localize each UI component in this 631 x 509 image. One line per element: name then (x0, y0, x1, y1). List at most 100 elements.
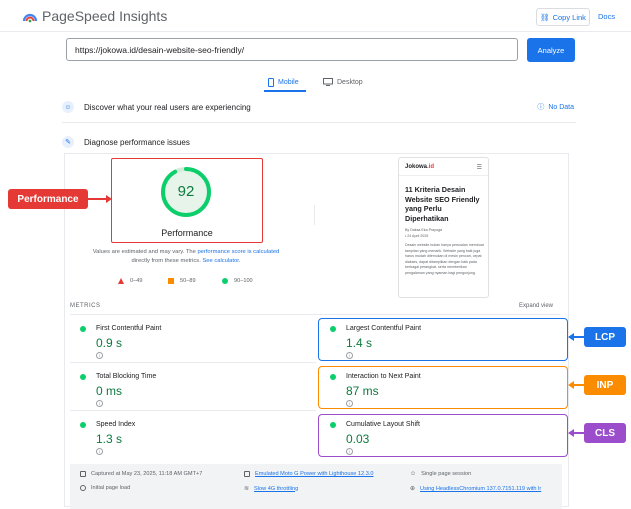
field-data-title: Discover what your real users are experi… (84, 102, 251, 112)
info-icon[interactable]: i (96, 400, 103, 407)
lcp-annotation-tag: LCP (584, 327, 626, 347)
browser-link[interactable]: Using HeadlessChromium 137.0.7151.119 wi… (420, 485, 541, 493)
info-icon[interactable]: i (96, 352, 103, 359)
app-title: PageSpeed Insights (42, 8, 168, 24)
metric-tbt: Total Blocking Time 0 ms i (70, 365, 316, 411)
metric-name: Speed Index (96, 421, 136, 428)
vertical-divider (314, 205, 315, 225)
note-text: Values are estimated and may vary. The (92, 249, 198, 255)
score-calc-link[interactable]: performance score is calculated (197, 249, 279, 255)
pass-dot-icon (80, 374, 86, 380)
section-divider (62, 122, 576, 123)
cls-highlight-box (318, 414, 568, 457)
lcp-highlight-box (318, 318, 568, 361)
legend-fail-label: 0–49 (130, 278, 143, 284)
tab-desktop[interactable]: Desktop (323, 72, 363, 92)
person-icon: ☺ (410, 471, 417, 477)
tab-selected-indicator (264, 90, 306, 92)
triangle-icon (118, 278, 124, 284)
square-icon (168, 278, 174, 284)
pass-dot-icon (80, 326, 86, 332)
legend-pass: 90–100 (222, 278, 253, 284)
metrics-divider (70, 314, 560, 315)
globe-icon: ⊕ (410, 486, 416, 492)
docs-link[interactable]: Docs (598, 12, 615, 21)
emulated-device: Emulated Moto G Power with Lighthouse 12… (244, 471, 373, 477)
analyze-button[interactable]: Analyze (527, 38, 575, 62)
initial-page-load: Initial page load (80, 485, 130, 491)
wifi-icon: ≋ (244, 486, 250, 492)
info-icon[interactable]: i (96, 448, 103, 455)
tab-mobile-label: Mobile (278, 78, 299, 86)
users-icon: ☺ (62, 101, 74, 113)
arrow-right-icon (88, 195, 112, 203)
legend-pass-label: 90–100 (234, 278, 253, 284)
info-icon: ⓘ (537, 104, 545, 111)
metric-divider (70, 410, 316, 411)
mobile-icon (268, 77, 274, 87)
copy-link-label: Copy Link (552, 12, 586, 22)
arrow-left-icon (568, 429, 584, 437)
metric-divider (70, 362, 316, 363)
preview-body: Desain website bukan hanya persoalan mem… (405, 243, 484, 275)
field-data-section[interactable]: ☺ Discover what your real users are expe… (62, 96, 576, 118)
preview-byline: By Daksa Eka Prayoga (405, 228, 442, 232)
legend-average: 50–89 (168, 278, 196, 284)
device-link[interactable]: Emulated Moto G Power with Lighthouse 12… (255, 471, 373, 477)
metric-name: Total Blocking Time (96, 373, 157, 380)
brand-name: Jokowa (405, 164, 428, 170)
brand-suffix: .id (427, 164, 435, 170)
preview-title: 11 Kriteria Desain Website SEO Friendly … (405, 185, 480, 223)
metric-value: 1.3 s (96, 432, 123, 446)
performance-annotation-tag: Performance (8, 189, 88, 209)
browser-info: ⊕ Using HeadlessChromium 137.0.7151.119 … (410, 485, 560, 493)
link-icon: ⛓ (540, 12, 550, 22)
performance-label: Performance (161, 228, 213, 238)
page-screenshot-preview: Jokowa.id ☰ 11 Kriteria Desain Website S… (398, 157, 489, 298)
copy-link-button[interactable]: ⛓ Copy Link (536, 8, 590, 26)
performance-score: 92 (177, 183, 195, 200)
top-header: PageSpeed Insights ⛓ Copy Link Docs (0, 0, 631, 32)
inp-highlight-box (318, 366, 568, 409)
menu-icon: ☰ (476, 165, 482, 171)
preview-meta: By Daksa Eka Prayoga • 24 April 2025 (405, 228, 442, 239)
throttling-link[interactable]: Slow 4G throttling (254, 486, 298, 492)
preview-date: • 24 April 2025 (405, 233, 429, 238)
pass-dot-icon (80, 422, 86, 428)
metric-si: Speed Index 1.3 s i (70, 413, 316, 456)
lab-data-title: Diagnose performance issues (84, 137, 190, 147)
network-throttling: ≋ Slow 4G throttling (244, 485, 298, 493)
initial-load-text: Initial page load (91, 485, 131, 491)
tab-desktop-label: Desktop (337, 78, 363, 86)
pagespeed-logo-icon (22, 13, 38, 23)
session-type: ☺ Single page session (410, 471, 471, 477)
legend-average-label: 50–89 (180, 278, 196, 284)
metrics-heading: METRICS (70, 303, 101, 309)
calculator-link[interactable]: See calculator. (202, 258, 240, 264)
captured-text: Captured at May 23, 2025, 11:18 AM GMT+7 (91, 471, 203, 477)
circle-icon (222, 278, 228, 284)
session-text: Single page session (421, 471, 472, 477)
preview-brand: Jokowa.id (405, 164, 434, 170)
metric-value: 0 ms (96, 384, 123, 398)
metric-value: 0.9 s (96, 336, 123, 350)
no-data-status: ⓘ No Data (537, 102, 574, 112)
note-text-2: directly from these metrics. (131, 258, 203, 264)
metric-name: First Contentful Paint (96, 325, 162, 332)
no-data-label: No Data (548, 103, 574, 111)
diagnose-icon: ✎ (62, 136, 74, 148)
url-input[interactable]: https://jokowa.id/desain-website-seo-fri… (66, 38, 518, 61)
lab-data-section: ✎ Diagnose performance issues (62, 131, 576, 153)
device-icon (244, 471, 250, 477)
inp-annotation-tag: INP (584, 375, 626, 395)
captured-time: Captured at May 23, 2025, 11:18 AM GMT+7 (80, 471, 202, 477)
desktop-icon (323, 78, 333, 86)
cls-annotation-tag: CLS (584, 423, 626, 443)
preview-divider (399, 175, 488, 176)
clock-icon (80, 485, 86, 491)
metric-fcp: First Contentful Paint 0.9 s i (70, 317, 316, 363)
expand-view-button[interactable]: Expand view (519, 303, 553, 309)
arrow-left-icon (568, 381, 584, 389)
legend-fail: 0–49 (118, 278, 142, 284)
tab-mobile[interactable]: Mobile (268, 72, 299, 92)
